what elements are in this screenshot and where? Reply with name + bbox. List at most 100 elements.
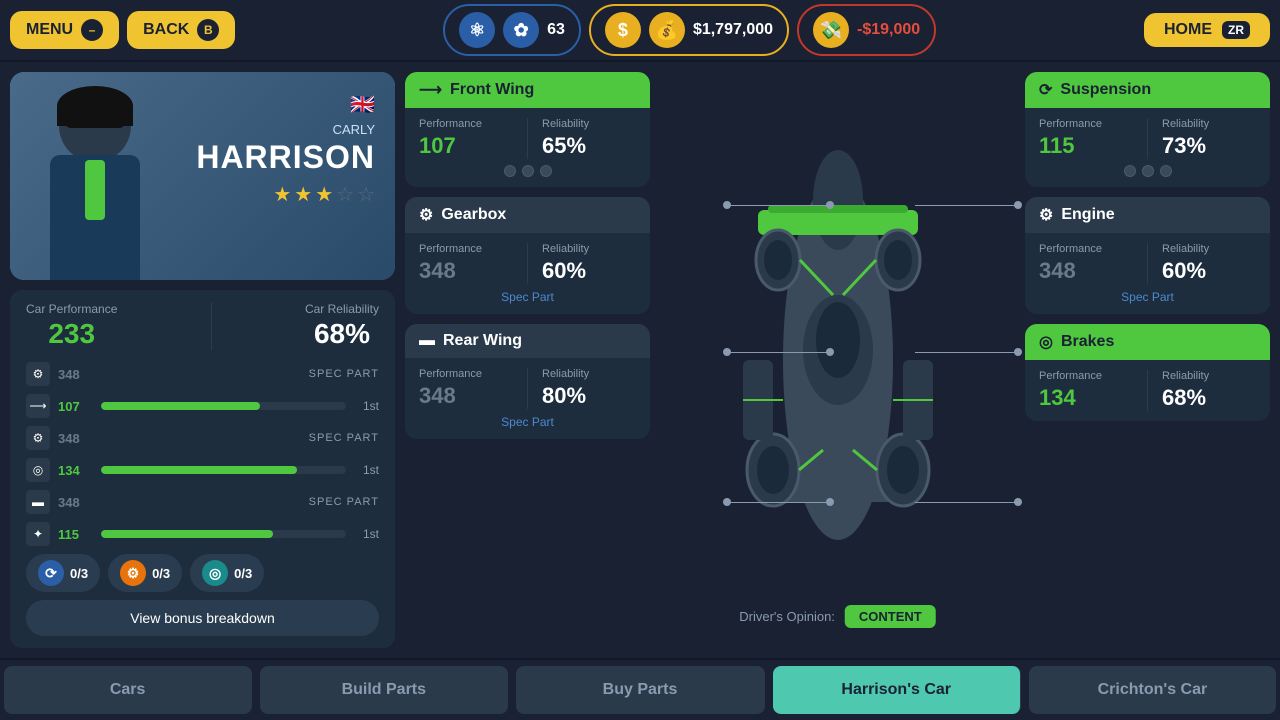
rw-divider [527, 368, 528, 409]
brakes-icon: ◎ [1039, 332, 1053, 352]
token-count-0: 0/3 [70, 566, 88, 581]
gb-perf-label: Performance [419, 243, 513, 255]
tab-build-parts[interactable]: Build Parts [260, 666, 508, 714]
science-icon: ⚛ [459, 12, 495, 48]
car-performance-block: Car Performance 233 [26, 302, 117, 350]
part-val-0: 348 [58, 367, 93, 382]
stats-panel: Car Performance 233 Car Reliability 68% … [10, 290, 395, 648]
token-icon-0: ⟳ [38, 560, 64, 586]
brk-rel-label: Reliability [1162, 370, 1256, 382]
car-svg [678, 120, 998, 600]
page-layout: MENU – BACK B ⚛ ✿ 63 $ 💰 $1,797,000 💸 -$… [0, 0, 1280, 720]
eng-dot [1014, 348, 1022, 356]
susp-perf-label: Performance [1039, 118, 1133, 130]
money-icon: $ [605, 12, 641, 48]
gb-rel-label: Reliability [542, 243, 636, 255]
front-wing-stats: Performance 107 Reliability 65% [419, 118, 636, 159]
front-wing-icon: ⟶ [419, 80, 442, 100]
token-2: ◎ 0/3 [190, 554, 264, 592]
engine-icon: ⚙ [1039, 205, 1053, 225]
susp-circle-0 [1124, 165, 1136, 177]
gb-spec-label[interactable]: Spec Part [419, 290, 636, 304]
tab-cars-label: Cars [110, 681, 146, 699]
part-row-3: ◎ 134 1st [26, 456, 379, 484]
tab-crichtons-car[interactable]: Crichton's Car [1029, 666, 1276, 714]
brk-dot [1014, 498, 1022, 506]
fw-circles [419, 165, 636, 177]
eng-rel-block: Reliability 60% [1162, 243, 1256, 284]
brk-perf-value: 134 [1039, 385, 1133, 411]
gb-dot-right [826, 348, 834, 356]
driver-stars: ★ ★ ★ ☆ ☆ [196, 182, 375, 207]
driver-silhouette [30, 80, 160, 280]
susp-circle-1 [1142, 165, 1154, 177]
money-pill: $ 💰 $1,797,000 [589, 4, 789, 56]
eng-divider [1147, 243, 1148, 284]
rear-wing-body: Performance 348 Reliability 80% Spec Par… [405, 358, 650, 439]
tab-buy-parts-label: Buy Parts [603, 681, 678, 699]
rw-line [725, 502, 830, 503]
susp-rel-value: 73% [1162, 133, 1256, 159]
driver-flag: 🇬🇧 [196, 92, 375, 117]
susp-circles [1039, 165, 1256, 177]
fw-dot-left [723, 201, 731, 209]
driver-first-name: CARLY [333, 122, 375, 137]
opinion-badge: CONTENT [845, 605, 936, 628]
brakes-label: Brakes [1061, 333, 1114, 351]
tab-cars[interactable]: Cars [4, 666, 252, 714]
rw-rel-block: Reliability 80% [542, 368, 636, 409]
star-1: ★ [273, 182, 291, 207]
rw-dot-right [826, 498, 834, 506]
suspension-icon: ⟳ [1039, 80, 1052, 100]
eng-perf-value: 348 [1039, 258, 1133, 284]
part-icon-0: ⚙ [26, 362, 50, 386]
token-count-1: 0/3 [152, 566, 170, 581]
brakes-header: ◎ Brakes [1025, 324, 1270, 360]
spend-value: -$19,000 [857, 21, 920, 39]
back-button[interactable]: BACK B [127, 11, 235, 49]
part-val-4: 348 [58, 495, 93, 510]
driver-last-name: HARRISON [196, 139, 375, 176]
token-count-2: 0/3 [234, 566, 252, 581]
gb-dot-left [723, 348, 731, 356]
fw-circle-2 [540, 165, 552, 177]
part-rank-1: 1st [354, 399, 379, 413]
fw-line [725, 205, 830, 206]
fw-rel-label: Reliability [542, 118, 636, 130]
front-wing-label: Front Wing [450, 81, 534, 99]
home-button[interactable]: HOME ZR [1144, 13, 1270, 47]
fw-perf-value: 107 [419, 133, 513, 159]
view-bonus-button[interactable]: View bonus breakdown [26, 600, 379, 636]
tab-buy-parts[interactable]: Buy Parts [516, 666, 764, 714]
eng-spec-label[interactable]: Spec Part [1039, 290, 1256, 304]
spend-icon: 💸 [813, 12, 849, 48]
tab-harrisons-car-label: Harrison's Car [841, 681, 951, 699]
fw-perf-label: Performance [419, 118, 513, 130]
front-wing-header: ⟶ Front Wing [405, 72, 650, 108]
menu-button[interactable]: MENU – [10, 11, 119, 49]
rear-wing-header: ▬ Rear Wing [405, 324, 650, 358]
susp-divider [1147, 118, 1148, 159]
tab-harrisons-car[interactable]: Harrison's Car [773, 666, 1021, 714]
front-wing-body: Performance 107 Reliability 65% [405, 108, 650, 187]
bottom-nav: Cars Build Parts Buy Parts Harrison's Ca… [0, 658, 1280, 720]
susp-perf-block: Performance 115 [1039, 118, 1133, 159]
susp-line [915, 205, 1020, 206]
fw-circle-0 [504, 165, 516, 177]
part-row-2: ⚙ 348 SPEC PART [26, 424, 379, 452]
gb-line [725, 352, 830, 353]
eng-rel-value: 60% [1162, 258, 1256, 284]
tab-crichtons-car-label: Crichton's Car [1098, 681, 1208, 699]
bonus-row: ⟳ 0/3 ⚙ 0/3 ◎ 0/3 [26, 554, 379, 592]
part-icon-5: ✦ [26, 522, 50, 546]
top-bar-left: MENU – BACK B [10, 11, 235, 49]
driver-photo-area [10, 72, 190, 280]
suspension-stats: Performance 115 Reliability 73% [1039, 118, 1256, 159]
part-row-0: ⚙ 348 SPEC PART [26, 360, 379, 388]
rear-wing-card: ▬ Rear Wing Performance 348 Reliability [405, 324, 650, 439]
part-row-1: ⟶ 107 1st [26, 392, 379, 420]
rw-perf-value: 348 [419, 383, 513, 409]
gb-perf-value: 348 [419, 258, 513, 284]
rw-spec-label[interactable]: Spec Part [419, 415, 636, 429]
rear-wing-label: Rear Wing [443, 332, 522, 350]
